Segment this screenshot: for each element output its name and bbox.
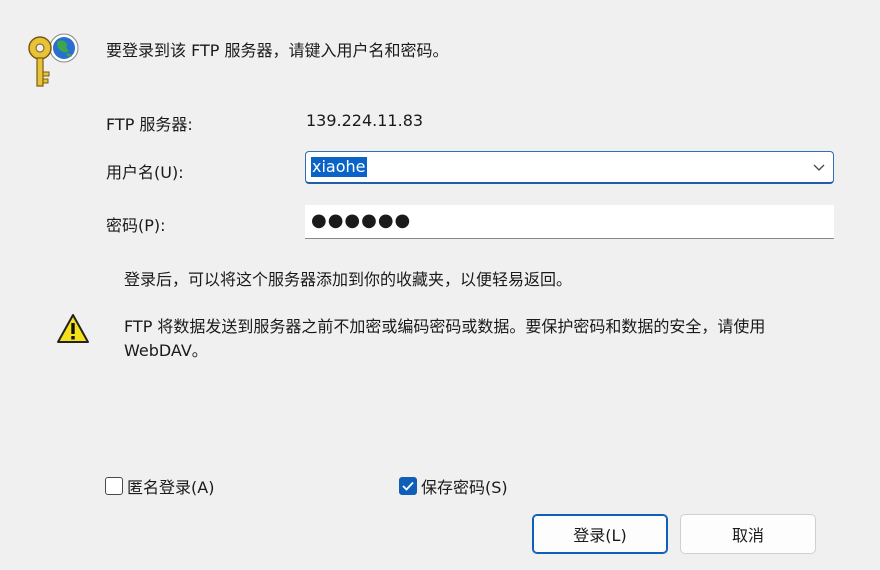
checkmark-icon[interactable] xyxy=(399,477,417,495)
anonymous-login-label[interactable]: 匿名登录(A) xyxy=(127,474,214,498)
security-warning-text: FTP 将数据发送到服务器之前不加密或编码密码或数据。要保护密码和数据的安全，请… xyxy=(124,317,766,360)
password-mask: ●●●●●● xyxy=(311,210,412,231)
ftp-server-label: FTP 服务器: xyxy=(106,115,193,134)
ftp-server-address: 139.224.11.83 xyxy=(306,111,424,130)
chevron-down-icon[interactable] xyxy=(811,159,827,175)
login-prompt: 要登录到该 FTP 服务器，请键入用户名和密码。 xyxy=(106,41,449,60)
checkbox-box[interactable] xyxy=(105,477,123,495)
favorites-info-text: 登录后，可以将这个服务器添加到你的收藏夹，以便轻易返回。 xyxy=(124,270,573,289)
username-label: 用户名(U): xyxy=(106,163,184,182)
password-label: 密码(P): xyxy=(106,216,166,235)
warning-icon xyxy=(56,312,90,346)
anonymous-login-checkbox[interactable]: 匿名登录(A) xyxy=(105,474,214,498)
username-combobox[interactable]: xiaohe xyxy=(305,151,834,184)
cancel-button[interactable]: 取消 xyxy=(680,514,816,554)
login-button[interactable]: 登录(L) xyxy=(532,514,668,554)
key-globe-icon xyxy=(26,28,84,90)
username-input[interactable]: xiaohe xyxy=(311,157,367,177)
save-password-label[interactable]: 保存密码(S) xyxy=(421,474,508,498)
save-password-checkbox[interactable]: 保存密码(S) xyxy=(399,474,508,498)
password-field[interactable]: ●●●●●● xyxy=(305,205,834,239)
